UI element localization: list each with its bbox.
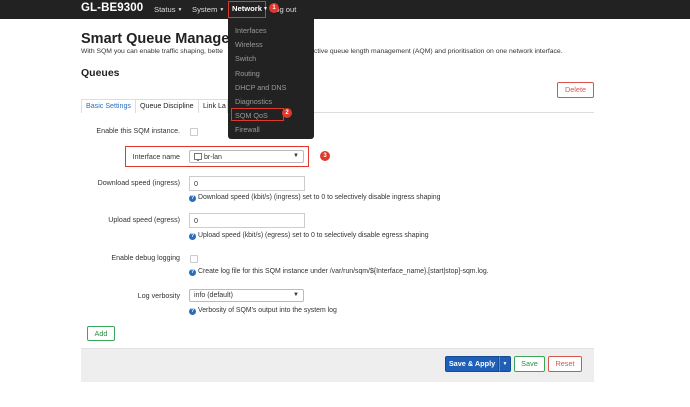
- nav-network[interactable]: Network▼: [228, 1, 268, 18]
- menu-item-routing[interactable]: Routing: [235, 69, 260, 78]
- delete-button[interactable]: Delete: [557, 82, 594, 98]
- page-title: Smart Queue Managem: [81, 31, 243, 47]
- help-icon: ?: [189, 269, 196, 276]
- debug-help-text: Create log file for this SQM instance un…: [198, 268, 489, 275]
- save-button[interactable]: Save: [514, 356, 545, 372]
- chevron-down-icon: ▼: [262, 6, 268, 12]
- download-speed-help: ? Download speed (kbit/s) (ingress) set t…: [189, 194, 440, 202]
- section-title-queues: Queues: [81, 67, 120, 79]
- interface-name-select[interactable]: br-lan ▼: [189, 150, 304, 163]
- nav-system-label: System: [192, 5, 218, 14]
- verbosity-help-text: Verbosity of SQM's output into the syste…: [198, 307, 337, 314]
- nav-status-label: Status: [154, 5, 176, 14]
- top-navbar: GL-BE9300 Status ▼ System ▼ Network▼ Log o…: [0, 0, 690, 19]
- upload-help-text: Upload speed (kbit/s) (egress) set to 0 …: [198, 232, 429, 239]
- interface-name-label: Interface name: [132, 153, 180, 161]
- log-verbosity-help: ? Verbosity of SQM's output into the syst…: [189, 307, 337, 315]
- page-description-left: With SQM you can enable traffic shaping,…: [81, 48, 223, 55]
- annotation-badge-3: 3: [320, 151, 330, 161]
- log-verbosity-value: info (default): [194, 291, 233, 299]
- interface-name-value: br-lan: [204, 153, 222, 161]
- brand-logo[interactable]: GL-BE9300: [81, 2, 143, 14]
- menu-item-dhcp-dns[interactable]: DHCP and DNS: [235, 83, 286, 92]
- chevron-down-icon: ▼: [219, 7, 225, 13]
- network-interface-icon: [194, 152, 202, 161]
- add-button[interactable]: Add: [87, 326, 115, 341]
- menu-item-wireless[interactable]: Wireless: [235, 40, 263, 49]
- chevron-down-icon: ▼: [293, 153, 299, 159]
- download-help-text: Download speed (kbit/s) (ingress) set to…: [198, 194, 441, 201]
- menu-item-interfaces[interactable]: Interfaces: [235, 26, 267, 35]
- reset-button[interactable]: Reset: [548, 356, 582, 372]
- upload-speed-help: ? Upload speed (kbit/s) (egress) set to 0…: [189, 232, 429, 240]
- nav-status[interactable]: Status ▼: [154, 5, 182, 14]
- annotation-badge-1: 1: [269, 3, 279, 13]
- debug-logging-label: Enable debug logging: [111, 254, 180, 262]
- page-description-right: ctive queue length management (AQM) and …: [314, 48, 563, 55]
- enable-instance-label: Enable this SQM instance.: [96, 127, 180, 135]
- menu-item-switch[interactable]: Switch: [235, 54, 256, 63]
- upload-speed-label: Upload speed (egress): [108, 216, 180, 224]
- nav-system[interactable]: System ▼: [192, 5, 224, 14]
- debug-logging-checkbox[interactable]: [190, 255, 198, 263]
- annotation-badge-2: 2: [282, 108, 292, 118]
- enable-instance-checkbox[interactable]: [190, 128, 198, 136]
- save-apply-dropdown-toggle[interactable]: ▼: [499, 356, 511, 372]
- chevron-down-icon: ▼: [177, 7, 183, 13]
- upload-speed-input[interactable]: 0: [189, 213, 305, 228]
- download-speed-input[interactable]: 0: [189, 176, 305, 191]
- tab-queue-discipline[interactable]: Queue Discipline: [135, 99, 199, 113]
- help-icon: ?: [189, 233, 196, 240]
- tab-basic-settings[interactable]: Basic Settings: [81, 99, 136, 113]
- save-apply-button[interactable]: Save & Apply: [445, 356, 499, 372]
- debug-logging-help: ? Create log file for this SQM instance u…: [189, 268, 489, 276]
- menu-item-sqm-qos[interactable]: SQM QoS: [235, 111, 268, 120]
- menu-item-diagnostics[interactable]: Diagnostics: [235, 97, 272, 106]
- tab-link-layer[interactable]: Link La: [198, 99, 228, 113]
- nav-network-label: Network: [232, 4, 262, 13]
- menu-item-firewall[interactable]: Firewall: [235, 125, 260, 134]
- help-icon: ?: [189, 195, 196, 202]
- log-verbosity-label: Log verbosity: [137, 292, 180, 300]
- network-dropdown-menu: Interfaces Wireless Switch Routing DHCP …: [228, 19, 314, 139]
- chevron-down-icon: ▼: [293, 292, 299, 298]
- log-verbosity-select[interactable]: info (default) ▼: [189, 289, 304, 302]
- help-icon: ?: [189, 308, 196, 315]
- download-speed-label: Download speed (ingress): [97, 179, 180, 187]
